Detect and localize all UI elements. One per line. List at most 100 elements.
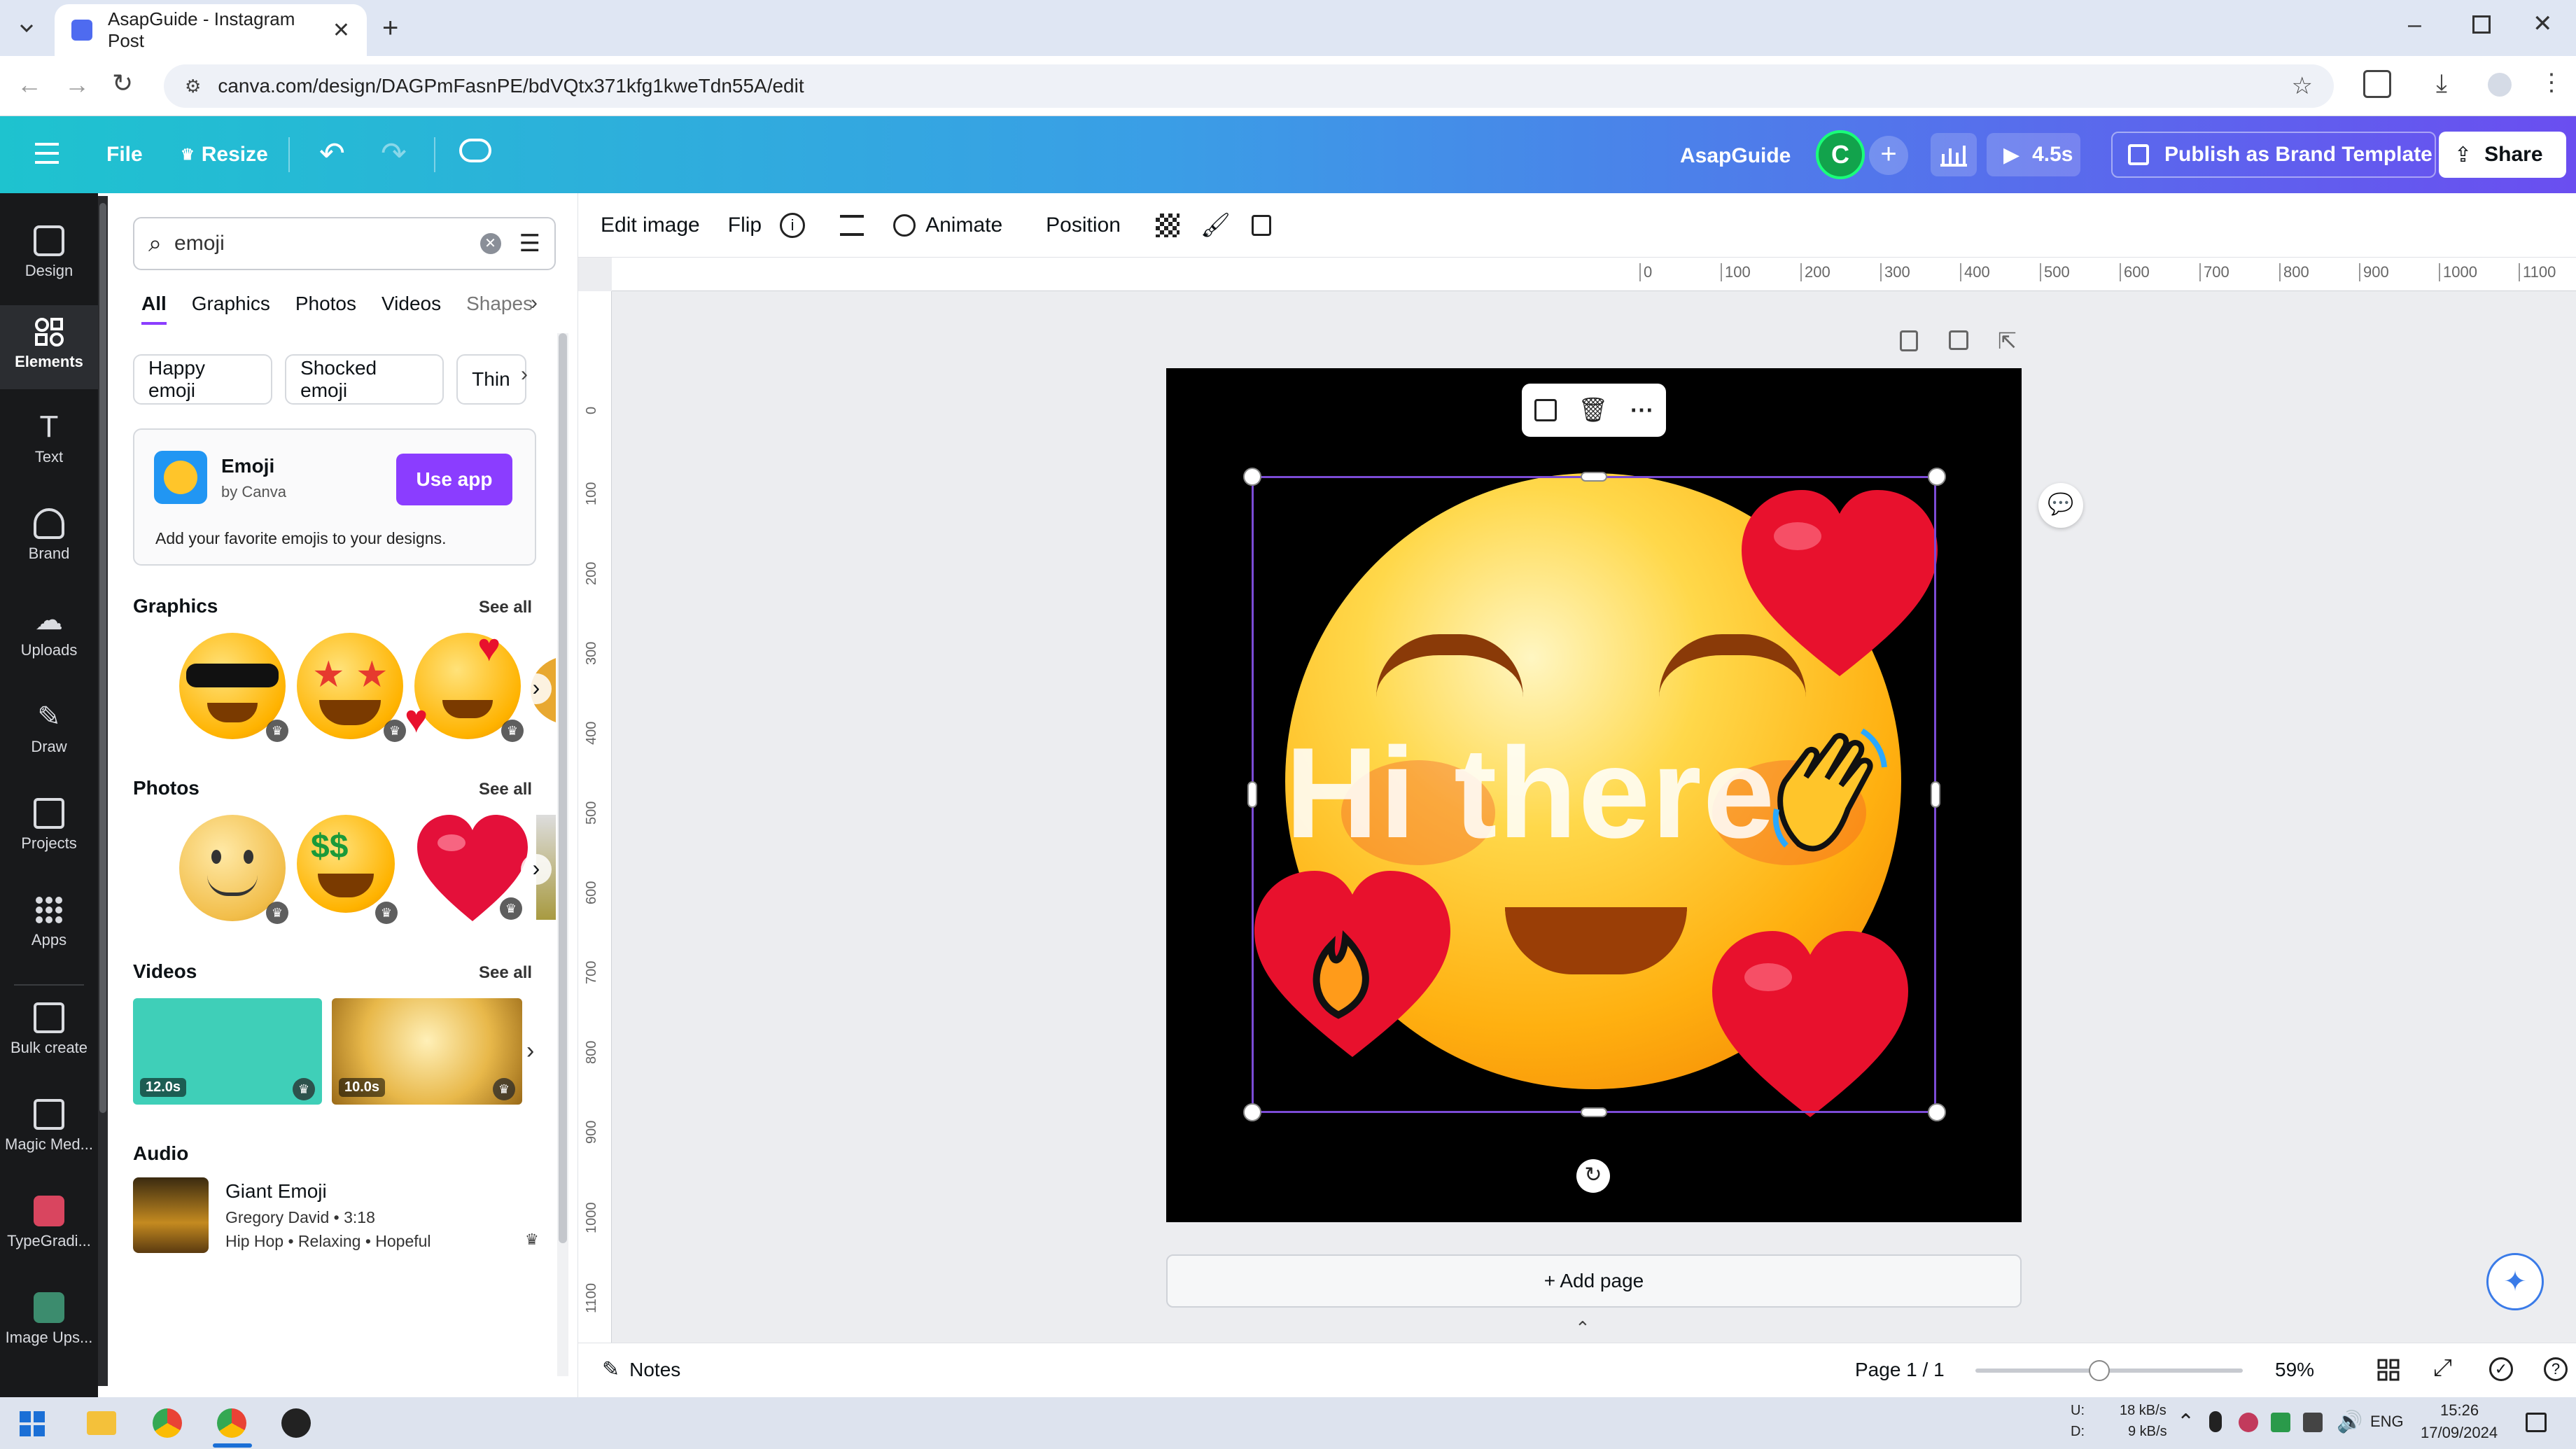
graphics-next-chevron-icon[interactable]: › xyxy=(521,673,552,704)
rail-scrollbar[interactable] xyxy=(98,196,108,1386)
photo-money-eyes-emoji[interactable]: $$ ♛ xyxy=(297,815,398,924)
team-name[interactable]: AsapGuide xyxy=(1680,144,1791,168)
rail-uploads[interactable]: ☁ Uploads xyxy=(0,594,98,678)
duplicate-icon[interactable] xyxy=(1534,399,1557,421)
language-indicator[interactable]: ENG xyxy=(2370,1413,2404,1431)
position-button[interactable]: Position xyxy=(1046,214,1121,237)
resize-handle-br[interactable] xyxy=(1928,1103,1946,1121)
add-page-button[interactable]: + Add page xyxy=(1166,1254,2022,1308)
present-play-button[interactable]: ▶ 4.5s xyxy=(1987,133,2080,176)
rail-design[interactable]: Design xyxy=(0,214,98,298)
hamburger-menu-icon[interactable] xyxy=(35,143,59,164)
obs-recorder-icon[interactable] xyxy=(281,1408,311,1438)
page-duplicate-icon[interactable] xyxy=(1949,330,1968,350)
back-arrow-icon[interactable]: ← xyxy=(17,70,42,99)
browser-menu-icon[interactable]: ⋮ xyxy=(2540,69,2563,97)
graphics-see-all[interactable]: See all xyxy=(479,598,532,617)
clear-search-icon[interactable]: ✕ xyxy=(479,233,501,254)
resize-button[interactable]: ♛ Resize xyxy=(181,143,268,167)
reload-icon[interactable]: ↻ xyxy=(112,69,133,98)
tabs-scroll-chevron-icon[interactable]: › xyxy=(531,291,538,315)
photo-smiley-emoji[interactable]: ♛ xyxy=(179,815,288,924)
graphic-smiling-hearts-emoji[interactable]: ♥ ♥ ♛ xyxy=(405,625,524,742)
border-style-icon[interactable] xyxy=(840,214,864,236)
microphone-icon[interactable] xyxy=(2209,1411,2222,1432)
url-bar[interactable]: ⚙ canva.com/design/DAGPmFasnPE/bdVQtx371… xyxy=(164,64,2334,108)
search-box[interactable]: ⌕ emoji ✕ ☰ xyxy=(133,217,556,270)
paint-roller-copy-style-icon[interactable]: 🖌 xyxy=(1200,211,1231,239)
windows-start-icon[interactable] xyxy=(20,1411,45,1436)
tab-videos[interactable]: Videos xyxy=(382,293,441,325)
panel-scrollbar[interactable] xyxy=(557,333,568,1376)
show-pages-chevron-icon[interactable]: ⌃ xyxy=(1575,1317,1590,1339)
tray-chevron-icon[interactable]: ⌃ xyxy=(2177,1410,2194,1434)
rotate-handle-icon[interactable]: ↻ xyxy=(1576,1159,1610,1193)
rail-brand[interactable]: Brand xyxy=(0,497,98,581)
check-status-icon[interactable]: ✓ xyxy=(2489,1357,2513,1381)
rail-elements[interactable]: Elements xyxy=(0,305,98,389)
filter-sliders-icon[interactable]: ☰ xyxy=(519,230,540,258)
profile-avatar-icon[interactable] xyxy=(2488,73,2512,97)
tray-app-icon-3[interactable] xyxy=(2303,1413,2323,1432)
canva-assistant-sparkle-icon[interactable]: ✦ xyxy=(2486,1253,2544,1310)
tray-app-icon-1[interactable] xyxy=(2239,1413,2258,1432)
chrome-icon[interactable] xyxy=(153,1408,182,1438)
tab-all[interactable]: All xyxy=(141,293,167,325)
resize-handle-tl[interactable] xyxy=(1243,468,1261,486)
videos-see-all[interactable]: See all xyxy=(479,963,532,983)
flip-button[interactable]: Flip xyxy=(728,214,762,237)
volume-icon[interactable]: 🔊 xyxy=(2337,1410,2362,1434)
insights-chart-icon[interactable] xyxy=(1931,133,1977,176)
zoom-slider-thumb[interactable] xyxy=(2089,1360,2110,1381)
redo-icon[interactable]: ↷ xyxy=(381,136,407,172)
resize-handle-tr[interactable] xyxy=(1928,468,1946,486)
graphic-star-struck-emoji[interactable]: ★ ★ ♛ xyxy=(297,633,406,742)
download-icon[interactable]: ⤓ xyxy=(2436,69,2447,99)
photo-red-heart[interactable]: ♛ xyxy=(413,809,532,928)
minimize-window-icon[interactable]: – xyxy=(2408,11,2421,38)
rail-apps[interactable]: Apps xyxy=(0,883,98,967)
more-options-icon[interactable]: ⋯ xyxy=(1630,396,1653,424)
help-icon[interactable]: ? xyxy=(2544,1357,2568,1381)
tab-shapes[interactable]: Shapes xyxy=(466,293,533,325)
page-indicator[interactable]: Page 1 / 1 xyxy=(1855,1359,1945,1381)
file-explorer-icon[interactable] xyxy=(87,1411,116,1435)
tab-close-icon[interactable]: ✕ xyxy=(332,18,350,43)
user-avatar[interactable]: C xyxy=(1816,130,1865,179)
extensions-icon[interactable] xyxy=(2363,70,2391,98)
resize-handle-bl[interactable] xyxy=(1243,1103,1261,1121)
resize-handle-bottom[interactable] xyxy=(1581,1107,1607,1117)
rail-image-upscaler[interactable]: Image Ups... xyxy=(0,1281,98,1365)
rail-magic-media[interactable]: Magic Med... xyxy=(0,1088,98,1172)
emoji-app-card[interactable]: Emoji by Canva Use app Add your favorite… xyxy=(133,428,536,566)
animate-button[interactable]: Animate xyxy=(893,214,1002,237)
rail-bulk-create[interactable]: Bulk create xyxy=(0,991,98,1075)
tab-photos[interactable]: Photos xyxy=(295,293,356,325)
chip-happy-emoji[interactable]: Happy emoji xyxy=(133,354,273,405)
tray-app-icon-2[interactable] xyxy=(2271,1413,2290,1432)
page-add-icon[interactable]: ⇱ xyxy=(1998,328,2017,354)
transparency-checker-icon[interactable] xyxy=(1155,213,1180,237)
rail-projects[interactable]: Projects xyxy=(0,787,98,871)
lock-icon[interactable] xyxy=(1252,214,1272,236)
page-lock-icon[interactable] xyxy=(1900,330,1918,351)
clock-time[interactable]: 15:26 xyxy=(2440,1401,2479,1420)
chrome-active-icon[interactable] xyxy=(217,1408,246,1438)
trash-delete-icon[interactable]: 🗑 xyxy=(1578,396,1608,424)
chip-thinking-emoji[interactable]: Thin xyxy=(456,354,526,405)
publish-brand-template-button[interactable]: Publish as Brand Template xyxy=(2111,132,2436,178)
invite-plus-icon[interactable]: + xyxy=(1869,136,1908,175)
zoom-slider[interactable] xyxy=(1975,1360,2243,1381)
cloud-save-icon[interactable] xyxy=(459,139,491,162)
tab-graphics[interactable]: Graphics xyxy=(192,293,270,325)
tab-list-chevron-icon[interactable] xyxy=(14,15,39,41)
video-thumb-teal[interactable]: 12.0s ♛ xyxy=(133,998,322,1105)
videos-next-chevron-icon[interactable]: › xyxy=(526,1037,534,1065)
rail-draw[interactable]: ✎ Draw xyxy=(0,690,98,774)
notes-button[interactable]: ✎ Notes xyxy=(602,1357,680,1382)
edit-image-button[interactable]: Edit image xyxy=(601,214,700,237)
chips-scroll-chevron-icon[interactable]: › xyxy=(521,363,528,386)
photos-see-all[interactable]: See all xyxy=(479,780,532,799)
info-icon[interactable]: i xyxy=(780,212,806,238)
zoom-level[interactable]: 59% xyxy=(2275,1359,2314,1381)
